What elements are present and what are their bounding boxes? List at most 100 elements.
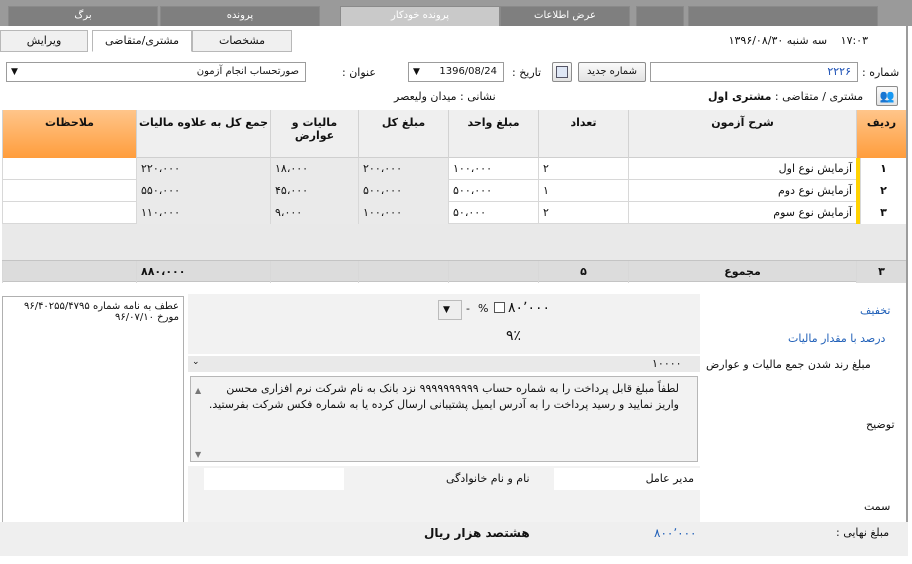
cell-value: ۱ — [543, 184, 549, 197]
cell-value: ۹،۰۰۰ — [275, 206, 303, 219]
customer-lookup-button[interactable]: 👥 — [876, 86, 898, 106]
cell-qty[interactable]: ۲ — [538, 158, 628, 180]
top-tab-strip: برگ پرونده پرونده خودکار عرض اطلاعات — [0, 0, 912, 26]
cell-total: ۲۰۰،۰۰۰ — [358, 158, 448, 180]
discount-type-select[interactable]: ▼ — [438, 300, 462, 320]
cell-total: ۱۰۰،۰۰۰ — [358, 202, 448, 224]
col-label: تعداد — [570, 116, 597, 129]
top-tab-auto-file[interactable]: پرونده خودکار — [340, 6, 500, 26]
tab-edit[interactable]: ویرایش — [0, 30, 88, 52]
title-select[interactable]: صورتحساب انجام آزمون ▼ — [6, 62, 306, 82]
top-tab-blank-1[interactable] — [636, 6, 684, 26]
date-label: تاریخ : — [512, 66, 542, 79]
top-tab-label: عرض اطلاعات — [534, 10, 596, 21]
col-notes: ملاحظات — [2, 110, 136, 158]
top-tab-barg[interactable]: برگ — [8, 6, 158, 26]
date-picker[interactable]: 1396/08/24 ▼ — [408, 62, 504, 82]
scroll-down-icon[interactable]: ▼ — [195, 447, 201, 463]
tab-customer[interactable]: مشتری/متقاضی — [92, 30, 192, 52]
table-row[interactable]: ۲۲۰،۰۰۰ ۱۸،۰۰۰ ۲۰۰،۰۰۰ ۱۰۰،۰۰۰ ۲ آزمایش … — [2, 158, 906, 180]
reference-note-box[interactable]: عطف به نامه شماره ۹۶/۴۰۲۵۵/۴۷۹۵ مورخ ۹۶/… — [2, 296, 184, 526]
discount-value[interactable]: ۸۰٬۰۰۰ — [508, 300, 550, 316]
top-tab-parvandeh[interactable]: پرونده — [160, 6, 320, 26]
customer: مشتری / متقاضی : مشتری اول — [708, 90, 863, 103]
top-tab-blank-2[interactable] — [688, 6, 878, 26]
col-unit-price: مبلغ واحد — [448, 110, 538, 158]
table-row[interactable]: ۵۵۰،۰۰۰ ۴۵،۰۰۰ ۵۰۰،۰۰۰ ۵۰۰،۰۰۰ ۱ آزمایش … — [2, 180, 906, 202]
total-grand: ۸۸۰،۰۰۰ — [136, 261, 270, 283]
cell-unit-price[interactable]: ۱۰۰،۰۰۰ — [448, 158, 538, 180]
table-header: ملاحظات جمع کل به علاوه مالیات مالیات و … — [2, 110, 906, 158]
final-amount-label: مبلغ نهایی : — [836, 526, 890, 539]
calculator-button[interactable] — [552, 62, 572, 82]
description-textarea[interactable]: لطفاً مبلغ قابل پرداخت را به شماره حساب … — [190, 376, 698, 462]
tab-label: مشتری/متقاضی — [104, 34, 180, 47]
new-number-button[interactable]: شماره جدید — [578, 62, 646, 82]
cell-qty[interactable]: ۱ — [538, 180, 628, 202]
cell-value: ۴۵،۰۰۰ — [275, 184, 309, 197]
col-label: مبلغ واحد — [467, 116, 520, 129]
description-label: توضیح — [866, 418, 895, 431]
name-label: نام و نام خانوادگی — [446, 472, 530, 485]
title-label: عنوان : — [342, 66, 376, 79]
cell-value: ۵۰۰،۰۰۰ — [363, 184, 402, 197]
cell-desc[interactable]: آزمایش نوع دوم — [628, 180, 856, 202]
chevron-down-icon: ▼ — [443, 305, 450, 315]
top-tab-info[interactable]: عرض اطلاعات — [500, 6, 630, 26]
scroll-up-icon[interactable]: ▲ — [195, 383, 201, 399]
rounding-field[interactable]: ۱۰۰۰۰ ⌄ — [188, 356, 700, 372]
chevron-down-icon: ▼ — [413, 67, 420, 77]
new-number-label: شماره جدید — [587, 66, 637, 77]
cell-value: ۳ — [880, 206, 887, 219]
invoice-window: ویرایش مشتری/متقاضی مشخصات ۱۷:۰۳ سه شنبه… — [0, 26, 908, 556]
cell-value: ۵ — [580, 265, 587, 278]
current-time: ۱۷:۰۳ — [840, 34, 868, 47]
chevron-down-icon: ⌄ — [192, 357, 200, 367]
cell-value: آزمایش نوع سوم — [773, 206, 852, 219]
number-label: شماره : — [862, 66, 900, 79]
address-label: نشانی : — [460, 90, 496, 103]
cell-row-index: ۱ — [860, 158, 906, 180]
cell-notes[interactable] — [2, 180, 136, 202]
table-empty-area — [2, 224, 906, 260]
final-amount-words: هشتصد هزار ریال — [424, 526, 530, 540]
tax-percent-link[interactable]: درصد با مقدار مالیات — [788, 332, 885, 345]
number-value: ۲۲۲۶ — [827, 65, 851, 78]
cell-value: ۲ — [543, 162, 549, 175]
cell-value: ۵۰،۰۰۰ — [453, 206, 487, 219]
tab-specs[interactable]: مشخصات — [192, 30, 292, 52]
cell-tax: ۱۸،۰۰۰ — [270, 158, 358, 180]
total-total — [358, 261, 448, 283]
tax-percent-value: ۹٪ — [506, 328, 522, 344]
table-totals-row: ۸۸۰،۰۰۰ ۵ مجموع ۳ — [2, 260, 906, 283]
cell-value: ۲ — [880, 184, 887, 197]
cell-desc[interactable]: آزمایش نوع سوم — [628, 202, 856, 224]
invoice-form-row: صورتحساب انجام آزمون ▼ عنوان : 1396/08/2… — [0, 60, 908, 84]
summary-panel: ▼ - % ۸۰٬۰۰۰ ۹٪ تخفیف درصد با مقدار مالی… — [188, 294, 906, 556]
cell-desc[interactable]: آزمایش نوع اول — [628, 158, 856, 180]
cell-value: ۵۰۰،۰۰۰ — [453, 184, 492, 197]
table-row[interactable]: ۱۱۰،۰۰۰ ۹،۰۰۰ ۱۰۰،۰۰۰ ۵۰،۰۰۰ ۲ آزمایش نو… — [2, 202, 906, 224]
cell-unit-price[interactable]: ۵۰،۰۰۰ — [448, 202, 538, 224]
customer-label: مشتری / متقاضی : — [774, 90, 864, 103]
cell-row-index: ۳ — [860, 202, 906, 224]
percent-checkbox[interactable] — [494, 302, 505, 313]
cell-notes[interactable] — [2, 202, 136, 224]
tab-label: مشخصات — [218, 34, 266, 47]
cell-value: ۲۰۰،۰۰۰ — [363, 162, 402, 175]
top-tab-label: پرونده خودکار — [390, 10, 450, 21]
name-field[interactable] — [204, 468, 344, 490]
total-notes — [2, 261, 136, 283]
cell-tax: ۴۵،۰۰۰ — [270, 180, 358, 202]
cell-grand: ۲۲۰،۰۰۰ — [136, 158, 270, 180]
discount-link[interactable]: تخفیف — [860, 304, 890, 317]
position-field[interactable]: مدیر عامل — [554, 468, 700, 490]
col-label: مبلغ کل — [381, 116, 426, 129]
col-qty: تعداد — [538, 110, 628, 158]
cell-notes[interactable] — [2, 158, 136, 180]
cell-unit-price[interactable]: ۵۰۰،۰۰۰ — [448, 180, 538, 202]
number-field[interactable]: ۲۲۲۶ — [650, 62, 858, 82]
cell-qty[interactable]: ۲ — [538, 202, 628, 224]
col-label: ملاحظات — [45, 116, 94, 129]
col-total: مبلغ کل — [358, 110, 448, 158]
